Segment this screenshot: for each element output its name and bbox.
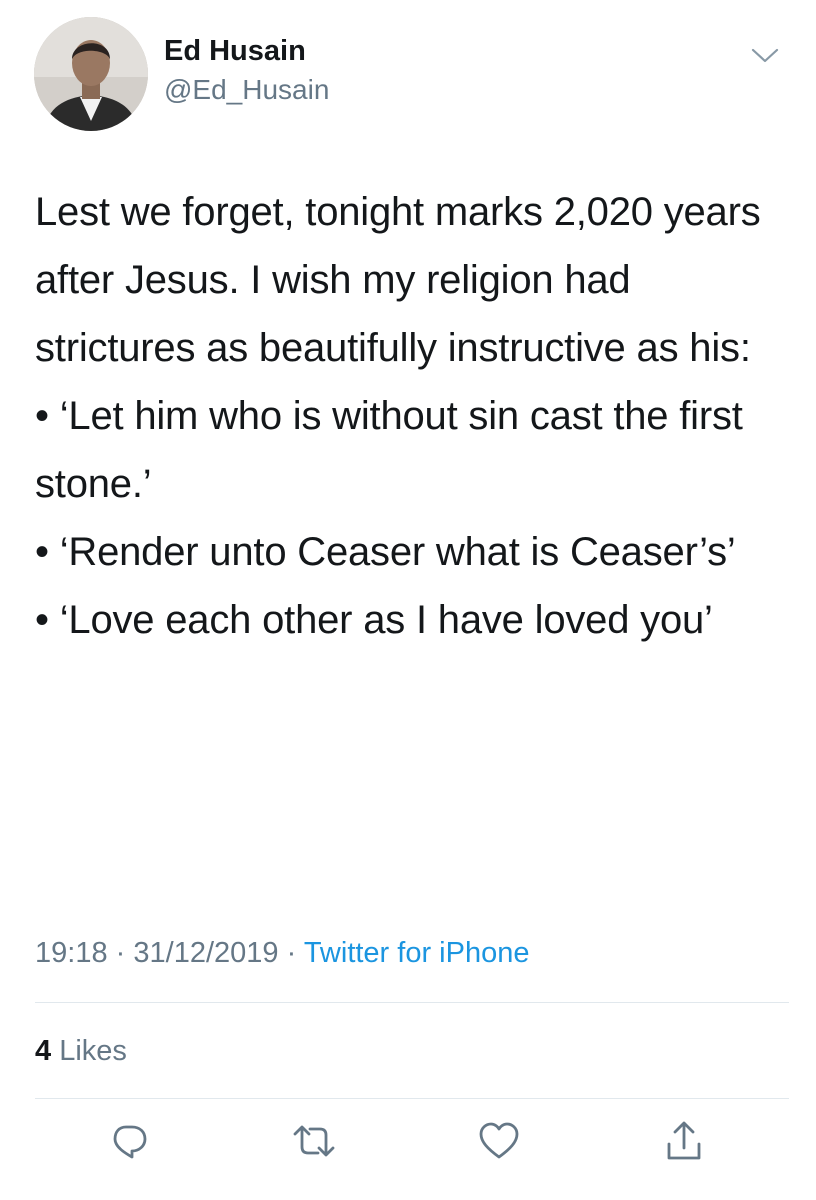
heart-icon [478,1121,520,1166]
share-button[interactable] [659,1118,709,1168]
meta-separator: · [115,937,126,969]
user-handle[interactable]: @Ed_Husain [164,73,329,107]
meta-separator: · [286,937,297,969]
quote-item: • ‘Love each other as I have loved you’ [35,598,713,642]
action-bar [0,1118,816,1168]
chevron-down-icon [750,47,780,70]
profile-photo-icon [34,17,148,131]
tweet-detail: Ed Husain @Ed_Husain Lest we forget, ton… [0,0,816,1200]
retweet-icon [292,1121,336,1166]
display-name[interactable]: Ed Husain [164,34,306,68]
tweet-text: Lest we forget, tonight marks 2,020 year… [35,178,795,654]
like-button[interactable] [474,1118,524,1168]
tweet-time[interactable]: 19:18 [35,937,108,969]
more-options-button[interactable] [747,44,783,72]
quote-item: • ‘Render unto Ceaser what is Ceaser’s’ [35,530,736,574]
likes-label: Likes [59,1035,127,1067]
divider [35,1002,789,1003]
likes-link[interactable]: 4 Likes [35,1031,127,1071]
tweet-date[interactable]: 31/12/2019 [133,937,278,969]
avatar[interactable] [34,17,148,131]
quote-item: • ‘Let him who is without sin cast the f… [35,394,743,506]
divider [35,1098,789,1099]
tweet-source-link[interactable]: Twitter for iPhone [304,937,530,969]
likes-count: 4 [35,1035,52,1067]
share-icon [664,1120,704,1167]
tweet-metadata: 19:18 · 31/12/2019 · Twitter for iPhone [35,933,529,973]
reply-button[interactable] [104,1118,154,1168]
tweet-intro: Lest we forget, tonight marks 2,020 year… [35,190,761,370]
retweet-button[interactable] [289,1118,339,1168]
reply-icon [109,1121,149,1166]
